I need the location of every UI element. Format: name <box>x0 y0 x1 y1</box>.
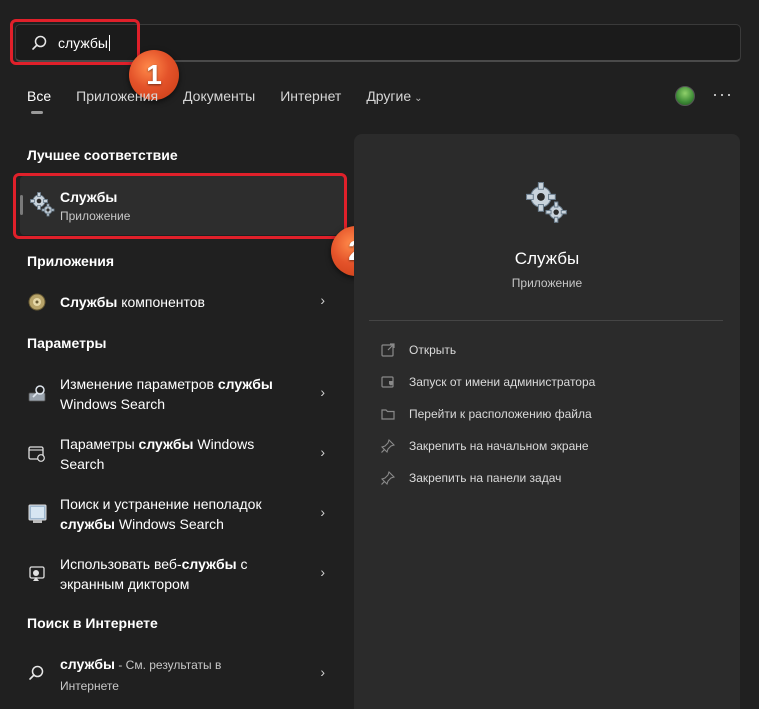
match-text: Службы <box>60 294 118 310</box>
list-item-setting-2[interactable]: Параметры службы Windows Search › <box>27 434 337 476</box>
match-text: службы <box>138 436 194 452</box>
chevron-right-icon: › <box>320 664 325 680</box>
pin-icon <box>380 470 396 486</box>
annotation-box-search <box>10 19 140 65</box>
action-pin-start[interactable]: Закрепить на начальном экране <box>380 436 589 456</box>
text-line2: Search <box>60 456 105 472</box>
narrator-icon <box>29 566 45 581</box>
section-settings: Параметры <box>27 335 107 351</box>
troubleshoot-icon <box>28 504 47 523</box>
preview-panel: Службы Приложение Открыть Запуск от имен… <box>354 134 740 709</box>
text-part: Изменение параметров <box>60 376 218 392</box>
tab-apps[interactable]: Приложения <box>76 88 158 104</box>
divider <box>369 320 723 321</box>
text-line2: Windows Search <box>60 396 166 412</box>
preview-subtitle: Приложение <box>511 276 583 290</box>
list-item-label: Параметры службы Windows Search <box>60 434 254 474</box>
text-part: Параметры <box>60 436 139 452</box>
section-web-search: Поиск в Интернете <box>27 615 158 631</box>
text-line2: экранным диктором <box>60 576 190 592</box>
open-icon <box>381 343 395 357</box>
text-line2: Интернете <box>60 679 119 693</box>
text-line2: Windows Search <box>114 516 224 532</box>
action-label: Перейти к расположению файла <box>409 407 592 421</box>
chevron-down-icon: ⌄ <box>414 93 423 104</box>
chevron-right-icon: › <box>320 504 325 520</box>
list-item-label: службы - См. результаты в Интернете <box>60 654 221 696</box>
services-gear-icon <box>526 182 567 223</box>
component-services-icon <box>28 293 46 311</box>
tab-all[interactable]: Все <box>27 88 51 114</box>
action-pin-taskbar[interactable]: Закрепить на панели задач <box>380 468 561 488</box>
user-avatar[interactable] <box>675 86 695 106</box>
tab-documents[interactable]: Документы <box>183 88 255 104</box>
list-item-component-services[interactable]: Службы компонентов › <box>27 291 337 313</box>
more-options-button[interactable]: ··· <box>712 84 733 105</box>
annotation-box-result <box>13 173 347 239</box>
search-icon <box>29 665 44 680</box>
action-open[interactable]: Открыть <box>380 340 456 360</box>
action-label: Закрепить на панели задач <box>409 471 562 485</box>
tab-other-label: Другие <box>366 88 412 104</box>
match-text: службы <box>60 516 115 532</box>
action-run-as-admin[interactable]: Запуск от имени администратора <box>380 372 595 392</box>
text-part-2: с <box>236 556 248 572</box>
list-item-label: Службы компонентов <box>60 292 205 312</box>
shield-icon <box>381 376 394 388</box>
list-item-label: Изменение параметров службы Windows Sear… <box>60 374 273 414</box>
action-label: Запуск от имени администратора <box>409 375 596 389</box>
preview-title: Службы <box>514 249 580 268</box>
list-item-setting-4[interactable]: Использовать веб-службы с экранным дикто… <box>27 554 337 596</box>
list-item-label: Поиск и устранение неполадок службы Wind… <box>60 494 262 534</box>
text-part: Поиск и устранение неполадок <box>60 496 262 512</box>
pin-icon <box>380 438 396 454</box>
filter-tabs: Все Приложения Документы Интернет Другие… <box>27 88 448 114</box>
search-settings-icon <box>28 385 46 402</box>
section-best-match: Лучшее соответствие <box>27 147 178 163</box>
action-label: Открыть <box>409 343 457 357</box>
section-apps: Приложения <box>27 253 115 269</box>
folder-icon <box>381 409 395 420</box>
start-search-window: службы 1 Все Приложения Документы Интерн… <box>0 0 759 709</box>
tab-internet[interactable]: Интернет <box>280 88 341 104</box>
chevron-right-icon: › <box>320 384 325 400</box>
list-item-web-search[interactable]: службы - См. результаты в Интернете › <box>27 654 337 694</box>
list-item-setting-3[interactable]: Поиск и устранение неполадок службы Wind… <box>27 494 337 536</box>
rest-text: компонентов <box>117 294 205 310</box>
chevron-right-icon: › <box>320 292 325 308</box>
chevron-right-icon: › <box>320 564 325 580</box>
list-item-setting-1[interactable]: Изменение параметров службы Windows Sear… <box>27 374 337 416</box>
action-label: Закрепить на начальном экране <box>409 439 589 453</box>
match-text: службы <box>217 376 273 392</box>
match-text: службы <box>181 556 237 572</box>
tab-other[interactable]: Другие ⌄ <box>366 88 422 104</box>
text-part-2: Windows <box>193 436 255 452</box>
text-part: Использовать веб- <box>60 556 182 572</box>
list-item-label: Использовать веб-службы с экранным дикто… <box>60 554 247 594</box>
action-open-file-location[interactable]: Перейти к расположению файла <box>380 404 592 424</box>
chevron-right-icon: › <box>320 444 325 460</box>
web-hint: - См. результаты в <box>114 658 222 672</box>
settings-window-icon <box>28 446 45 462</box>
match-text: службы <box>60 656 115 672</box>
